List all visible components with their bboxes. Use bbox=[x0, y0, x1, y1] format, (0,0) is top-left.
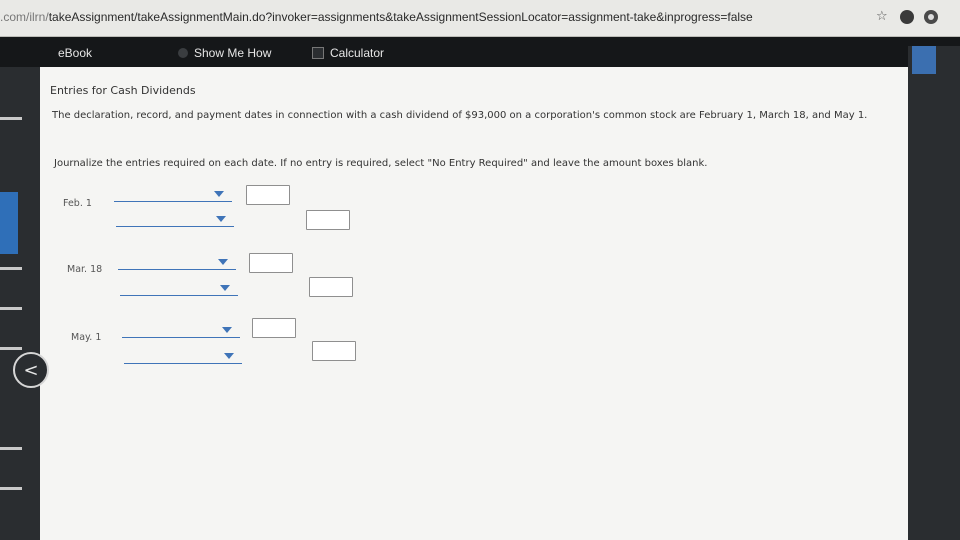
credit-amount-may-1[interactable] bbox=[312, 341, 356, 361]
url-text[interactable]: .com/ilrn/takeAssignment/takeAssignmentM… bbox=[0, 10, 753, 24]
side-panel-item[interactable] bbox=[0, 267, 22, 270]
dropdown-arrow-icon bbox=[222, 327, 232, 333]
side-panel-item[interactable] bbox=[0, 447, 22, 450]
side-panel-item[interactable] bbox=[0, 117, 22, 120]
account-dropdown-may-1-credit[interactable] bbox=[124, 349, 242, 364]
problem-description: The declaration, record, and payment dat… bbox=[52, 110, 868, 121]
debit-amount-feb-1[interactable] bbox=[246, 185, 290, 205]
ebook-label: eBook bbox=[58, 46, 93, 60]
right-panel-tab[interactable] bbox=[912, 46, 936, 74]
entry-date-mar-18: Mar. 18 bbox=[67, 264, 103, 275]
calculator-label: Calculator bbox=[330, 46, 385, 60]
show-me-how-button[interactable]: Show Me How bbox=[178, 46, 271, 60]
right-side-panel bbox=[908, 46, 960, 540]
dropdown-arrow-icon bbox=[220, 285, 230, 291]
side-panel-active-item[interactable] bbox=[0, 192, 18, 254]
credit-amount-feb-1[interactable] bbox=[306, 210, 350, 230]
previous-arrow-icon[interactable]: < bbox=[13, 352, 49, 388]
dropdown-arrow-icon bbox=[216, 216, 226, 222]
extension-icon[interactable] bbox=[900, 10, 914, 24]
credit-amount-mar-18[interactable] bbox=[309, 277, 353, 297]
debit-amount-may-1[interactable] bbox=[252, 318, 296, 338]
bookmark-star-icon[interactable]: ☆ bbox=[876, 9, 888, 24]
account-dropdown-feb-1-debit[interactable] bbox=[114, 187, 232, 202]
ebook-button[interactable]: eBook bbox=[58, 46, 92, 60]
dropdown-arrow-icon bbox=[214, 191, 224, 197]
account-dropdown-mar-18-credit[interactable] bbox=[120, 281, 238, 296]
account-dropdown-mar-18-debit[interactable] bbox=[118, 255, 236, 270]
side-panel-item[interactable] bbox=[0, 307, 22, 310]
left-side-panel bbox=[0, 67, 40, 540]
problem-instruction: Journalize the entries required on each … bbox=[54, 158, 708, 169]
account-dropdown-feb-1-credit[interactable] bbox=[116, 212, 234, 227]
calculator-icon bbox=[312, 47, 324, 59]
show-me-how-label: Show Me How bbox=[194, 46, 272, 60]
url-path: takeAssignment/takeAssignmentMain.do?inv… bbox=[48, 10, 753, 24]
dropdown-arrow-icon bbox=[218, 259, 228, 265]
assignment-toolbar: eBook Show Me How Calculator bbox=[0, 37, 960, 67]
entry-date-may-1: May. 1 bbox=[71, 332, 102, 343]
dropdown-arrow-icon bbox=[224, 353, 234, 359]
assignment-content: Entries for Cash Dividends The declarati… bbox=[40, 67, 908, 540]
account-dropdown-may-1-debit[interactable] bbox=[122, 323, 240, 338]
play-icon bbox=[178, 48, 188, 58]
side-panel-item[interactable] bbox=[0, 487, 22, 490]
entry-date-feb-1: Feb. 1 bbox=[63, 198, 92, 209]
side-panel-item[interactable] bbox=[0, 347, 22, 350]
problem-heading: Entries for Cash Dividends bbox=[50, 84, 196, 97]
browser-address-bar[interactable]: .com/ilrn/takeAssignment/takeAssignmentM… bbox=[0, 0, 960, 37]
url-prefix: .com/ilrn/ bbox=[0, 10, 49, 24]
debit-amount-mar-18[interactable] bbox=[249, 253, 293, 273]
extension-icon-2[interactable] bbox=[924, 10, 938, 24]
calculator-button[interactable]: Calculator bbox=[312, 46, 384, 60]
